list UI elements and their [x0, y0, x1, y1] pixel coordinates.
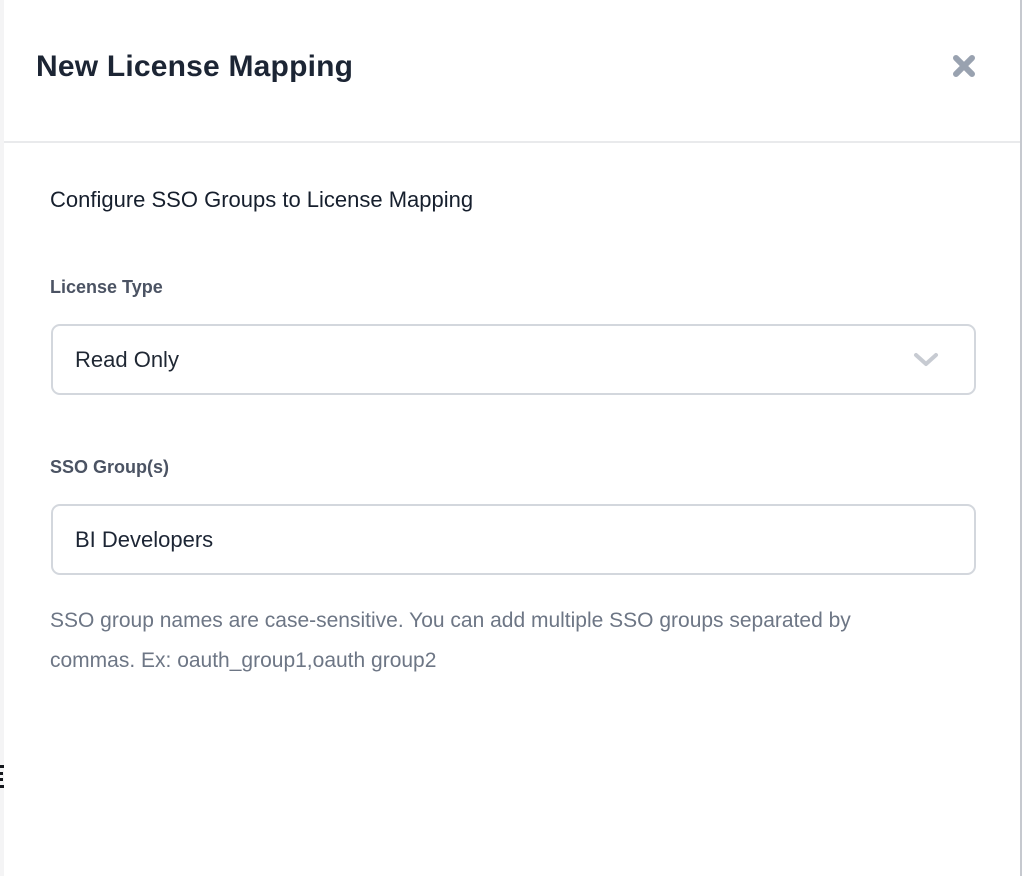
clipped-list-icon	[0, 778, 3, 781]
new-license-mapping-dialog: New License Mapping Configure SSO Groups…	[4, 0, 1022, 876]
chevron-down-icon	[912, 352, 940, 368]
license-type-selected-value: Read Only	[75, 347, 179, 373]
close-button[interactable]	[944, 46, 984, 86]
dialog-title: New License Mapping	[36, 50, 353, 84]
sso-groups-label: SSO Group(s)	[50, 457, 169, 478]
license-type-select[interactable]: Read Only	[51, 324, 976, 395]
config-heading: Configure SSO Groups to License Mapping	[50, 187, 473, 213]
x-icon	[948, 50, 980, 82]
dialog-header: New License Mapping	[4, 0, 1020, 143]
sso-groups-input[interactable]	[51, 504, 976, 575]
sso-groups-help-text: SSO group names are case-sensitive. You …	[50, 601, 900, 681]
license-type-label: License Type	[50, 277, 163, 298]
screen: New License Mapping Configure SSO Groups…	[0, 0, 1028, 876]
clipped-list-icon	[0, 772, 3, 775]
